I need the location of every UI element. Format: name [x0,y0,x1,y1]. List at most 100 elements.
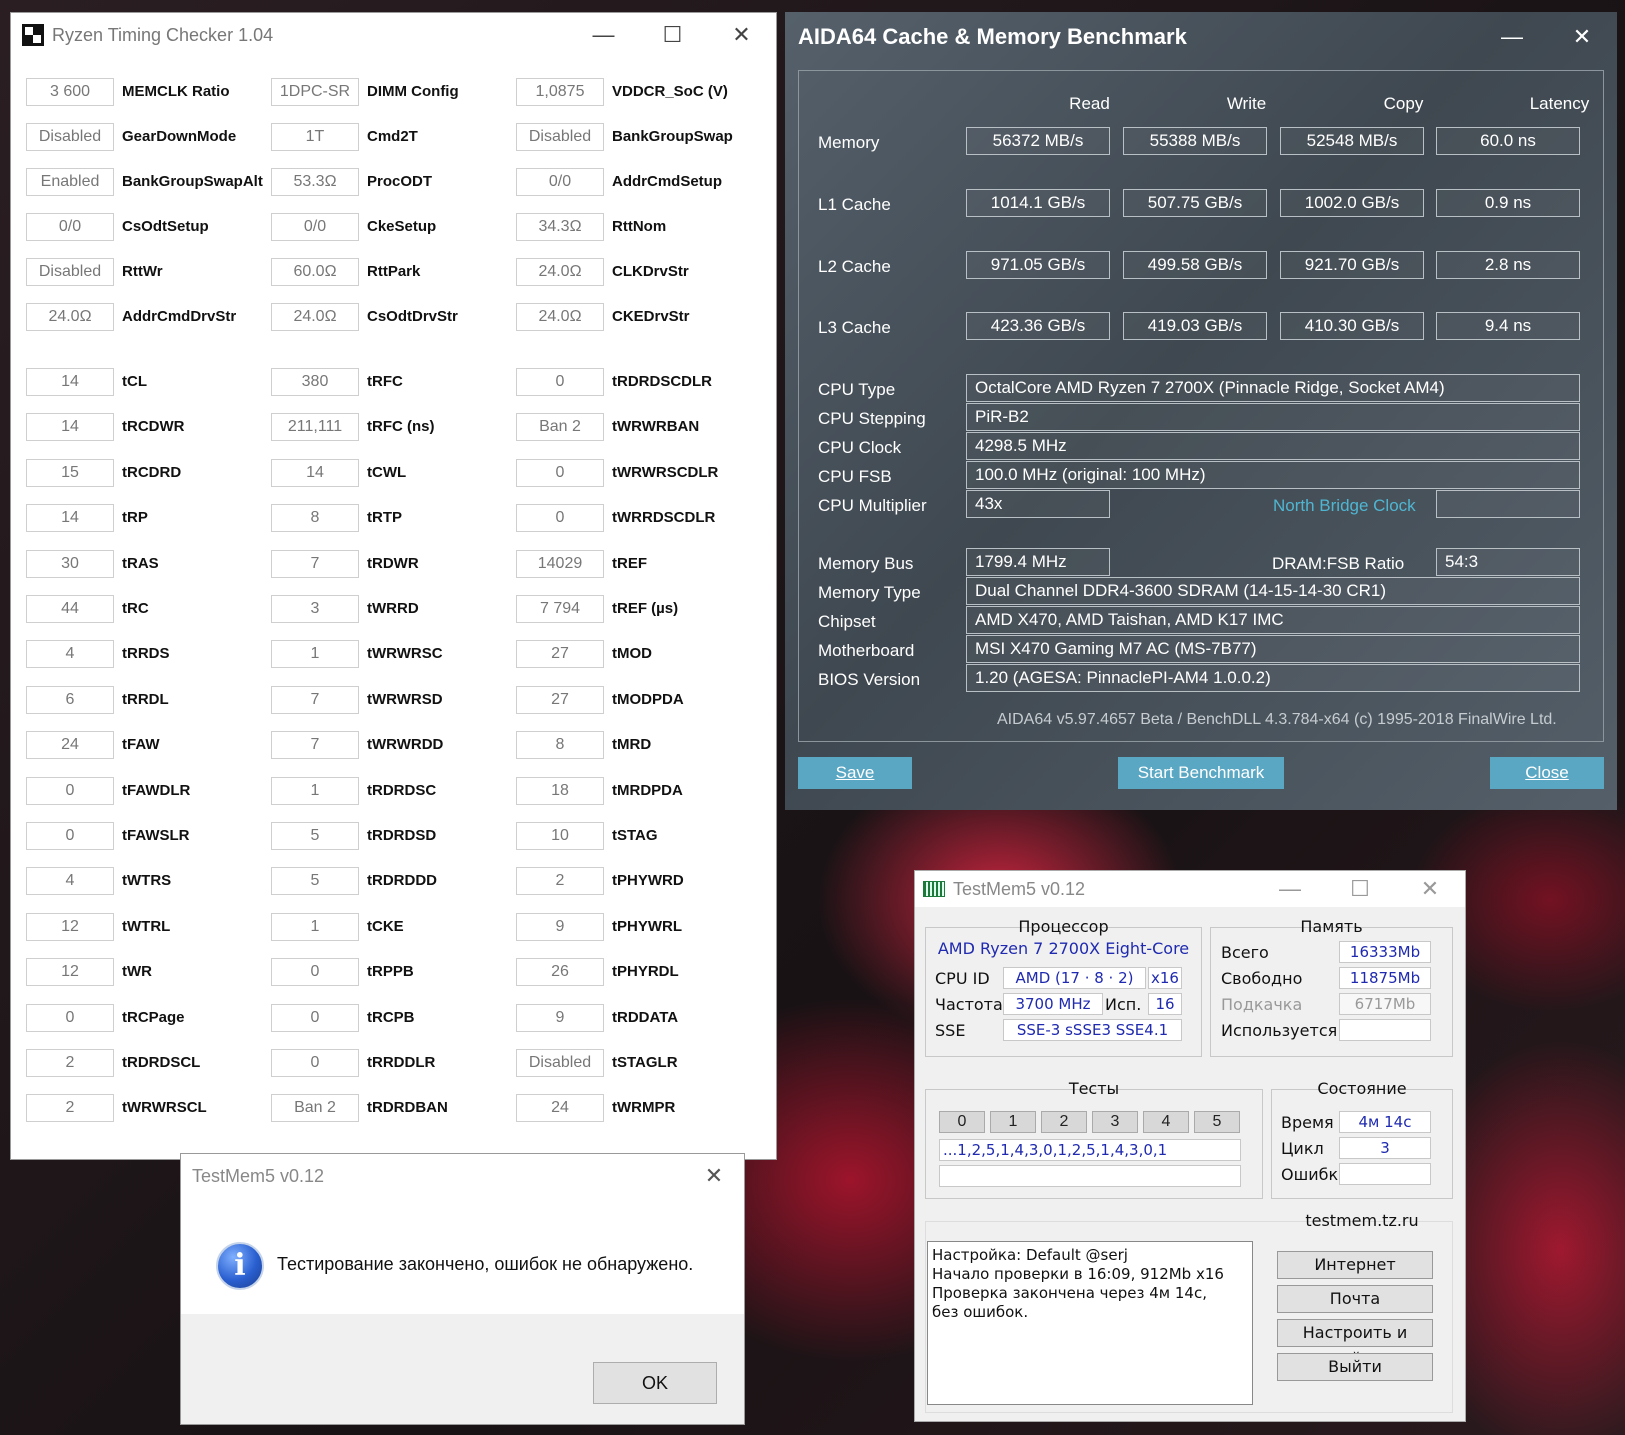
l2-copy: 921.70 GB/s [1280,251,1424,279]
test-indicator: 0 [939,1111,985,1133]
exit-button[interactable]: Выйти [1277,1353,1433,1381]
cpuid-value: AMD (17 · 8 · 2) [1003,967,1146,989]
site-link[interactable]: testmem.tz.ru [1271,1211,1453,1230]
timing-value: 30 [26,549,114,578]
timing-label: tRPPB [367,963,414,981]
start-benchmark-button[interactable]: Start Benchmark [1118,757,1284,789]
timing-label: tWRWRSC [367,645,443,663]
timing-value: Enabled [26,168,114,196]
memory-write: 55388 MB/s [1123,127,1267,155]
cpu-stepping-label: CPU Stepping [818,409,926,428]
timing-label: tWRWRSCDLR [612,463,719,481]
ok-button[interactable]: OK [593,1362,717,1404]
timing-value: 26 [516,958,604,987]
timing-value: 0 [26,822,114,850]
timing-value: 0 [271,1003,359,1032]
timing-value: 3 [271,595,359,623]
l1-write: 507.75 GB/s [1123,189,1267,217]
timing-value: 53.3Ω [271,168,359,196]
timing-row: Disabled RttWr 60.0Ω RttPark 24.0Ω CLKDrvStr [11,258,778,286]
sse-label: SSE [935,1021,966,1040]
timing-value: 34.3Ω [516,213,604,241]
l3-copy: 410.30 GB/s [1280,312,1424,340]
frequency-value: 3700 MHz [1003,993,1103,1015]
timing-label: tPHYWRL [612,917,682,935]
timing-value: 24 [26,731,114,760]
window-title: Ryzen Timing Checker 1.04 [52,24,274,45]
timing-value: 3 600 [26,78,114,106]
log-output[interactable]: Настройка: Default @serj Начало проверки… [927,1241,1253,1405]
row-label-memory: Memory [818,133,880,152]
timing-row: 3 600 MEMCLK Ratio 1DPC-SR DIMM Config 1,087… [11,78,778,106]
setup-and-exit-button[interactable]: Настроить и выйти [1277,1319,1433,1368]
rtc-titlebar[interactable]: Ryzen Timing Checker 1.04 — ☐ ✕ [11,13,776,57]
memory-read: 56372 MB/s [966,127,1110,155]
dialog-titlebar[interactable]: TestMem5 v0.12 ✕ [181,1154,744,1198]
memory-latency: 60.0 ns [1436,127,1580,155]
timing-row: 24 tFAW 7 tWRWRDD 8 tMRD [11,731,778,760]
close-button[interactable]: ✕ [684,1154,744,1198]
timing-value: 0 [516,504,604,533]
maximize-button[interactable]: ☐ [1325,871,1395,907]
timing-row: 4 tWTRS 5 tRDRDDD 2 tPHYWRD [11,867,778,896]
timing-row: 2 tWRWRSCL Ban 2 tRDRDBAN 24 tWRMPR [11,1094,778,1123]
timing-label: tWRWRBAN [612,418,700,436]
timing-value: 7 [271,731,359,760]
mail-button[interactable]: Почта [1277,1285,1433,1313]
in-use-label: Используется [1221,1021,1338,1040]
minimize-button[interactable]: — [569,13,638,57]
timing-value: 0 [271,958,359,987]
timing-label: RttPark [367,263,421,280]
save-button[interactable]: Save [798,757,912,789]
timing-row: 6 tRRDL 7 tWRWRSD 27 tMODPDA [11,685,778,714]
timing-value: 14 [26,504,114,533]
col-read: Read [1069,94,1110,113]
test-sequence: ...1,2,5,1,4,3,0,1,2,5,1,4,3,0,1 [939,1139,1241,1161]
timing-value: 0 [26,776,114,805]
cycle-label: Цикл [1281,1139,1324,1158]
timing-label: tFAW [122,736,160,754]
timing-row: 14 tRCDWR 211,111 tRFC (ns) Ban 2 tWRWRBAN [11,413,778,442]
timing-value: 1 [271,776,359,805]
maximize-button[interactable]: ☐ [638,13,707,57]
memory-chip-icon [923,881,945,897]
minimize-button[interactable]: — [1255,871,1325,907]
tm5-titlebar[interactable]: TestMem5 v0.12 — ☐ ✕ [915,871,1465,907]
timing-row: 14 tRP 8 tRTP 0 tWRRDSCDLR [11,504,778,533]
dram-fsb-ratio-label: DRAM:FSB Ratio [1272,554,1405,573]
free-memory-value: 11875Mb [1339,967,1431,989]
timing-value: 27 [516,685,604,714]
timing-row: 12 tWTRL 1 tCKE 9 tPHYWRL [11,912,778,941]
timing-label: tWRMPR [612,1099,676,1117]
cpu-fsb-value: 100.0 MHz (original: 100 MHz) [966,461,1580,489]
timing-value: 2 [26,1049,114,1077]
close-button[interactable]: ✕ [707,13,776,57]
col-write: Write [1226,94,1267,113]
time-label: Время [1281,1113,1334,1132]
timing-label: AddrCmdSetup [612,173,722,190]
minimize-button[interactable]: — [1477,12,1547,62]
internet-button[interactable]: Интернет [1277,1251,1433,1279]
memory-bus-value: 1799.4 MHz [966,548,1110,576]
cpu-type-value: OctalCore AMD Ryzen 7 2700X (Pinnacle Ri… [966,374,1580,402]
timing-value: 1T [271,123,359,151]
timing-row: 14 tCL 380 tRFC 0 tRDRDSCDLR [11,368,778,396]
timing-value: 8 [271,504,359,533]
timing-label: tRDRDSCDLR [612,373,712,390]
close-button[interactable]: ✕ [1547,12,1617,62]
log-line: Настройка: Default @serj [932,1246,1128,1264]
timing-label: tREF (µs) [612,600,679,617]
close-dialog-button[interactable]: Close [1490,757,1604,789]
cpu-fsb-label: CPU FSB [818,467,892,486]
row-label-l2: L2 Cache [818,257,891,276]
dialog-footer: OK [181,1314,744,1424]
timing-value: 9 [516,912,604,941]
timing-label: GearDownMode [122,128,237,145]
timing-value: 12 [26,958,114,987]
tests-heading: Тесты [1068,1079,1120,1098]
timing-label: tSTAG [612,827,658,844]
bios-version-label: BIOS Version [818,670,921,689]
close-button[interactable]: ✕ [1395,871,1465,907]
version-footer: AIDA64 v5.97.4657 Beta / BenchDLL 4.3.78… [997,711,1557,728]
aida-titlebar[interactable]: AIDA64 Cache & Memory Benchmark — ✕ [785,12,1617,62]
